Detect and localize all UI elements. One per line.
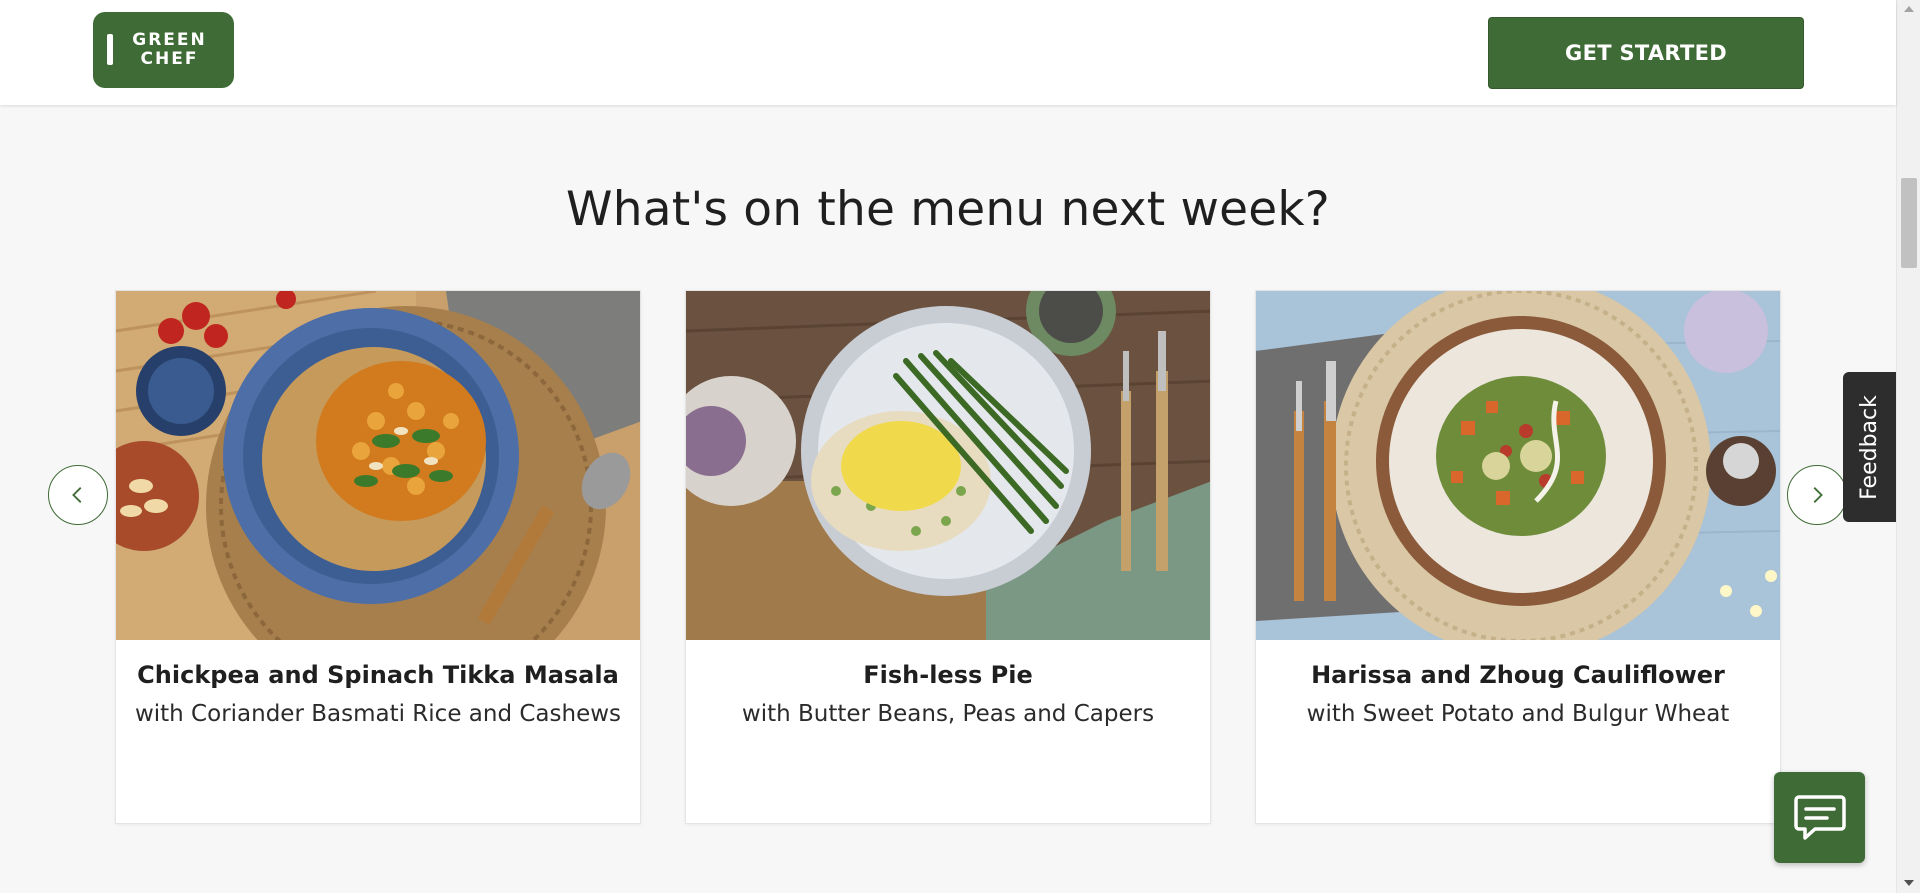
- feedback-label: Feedback: [1857, 394, 1882, 500]
- recipe-image-fishless-pie: [686, 291, 1210, 640]
- carousel-prev-button[interactable]: [48, 465, 108, 525]
- chat-bubble-icon: [1793, 794, 1846, 840]
- recipe-subtitle: with Sweet Potato and Bulgur Wheat: [1306, 701, 1730, 727]
- recipe-card[interactable]: Harissa and Zhoug Cauliflower with Sweet…: [1255, 290, 1781, 824]
- scroll-down-arrow-icon[interactable]: [1904, 880, 1914, 886]
- scroll-thumb[interactable]: [1901, 178, 1917, 268]
- scroll-up-arrow-icon[interactable]: [1904, 6, 1914, 12]
- recipe-title: Fish-less Pie: [863, 661, 1033, 689]
- recipe-title: Harissa and Zhoug Cauliflower: [1311, 661, 1725, 689]
- site-header: GREEN CHEF GET STARTED: [0, 0, 1896, 105]
- recipe-title: Chickpea and Spinach Tikka Masala: [137, 661, 619, 689]
- get-started-button[interactable]: GET STARTED: [1488, 17, 1804, 89]
- chat-button[interactable]: [1774, 772, 1865, 863]
- section-title: What's on the menu next week?: [566, 182, 1330, 237]
- logo-bar-mark: [107, 34, 113, 65]
- page-scrollbar[interactable]: [1896, 0, 1920, 893]
- feedback-tab[interactable]: Feedback: [1843, 372, 1896, 522]
- recipe-card[interactable]: Chickpea and Spinach Tikka Masala with C…: [115, 290, 641, 824]
- recipe-subtitle: with Coriander Basmati Rice and Cashews: [134, 701, 622, 727]
- recipe-image-harissa-cauliflower: [1256, 291, 1780, 640]
- recipe-card[interactable]: Fish-less Pie with Butter Beans, Peas an…: [685, 290, 1211, 824]
- green-chef-logo[interactable]: GREEN CHEF: [93, 12, 234, 88]
- chevron-right-icon: [1813, 487, 1823, 503]
- carousel-next-button[interactable]: [1787, 465, 1847, 525]
- recipe-subtitle: with Butter Beans, Peas and Capers: [741, 701, 1155, 727]
- logo-text: GREEN CHEF: [132, 30, 207, 69]
- recipe-image-tikka-masala: [116, 291, 640, 640]
- chevron-left-icon: [72, 487, 82, 503]
